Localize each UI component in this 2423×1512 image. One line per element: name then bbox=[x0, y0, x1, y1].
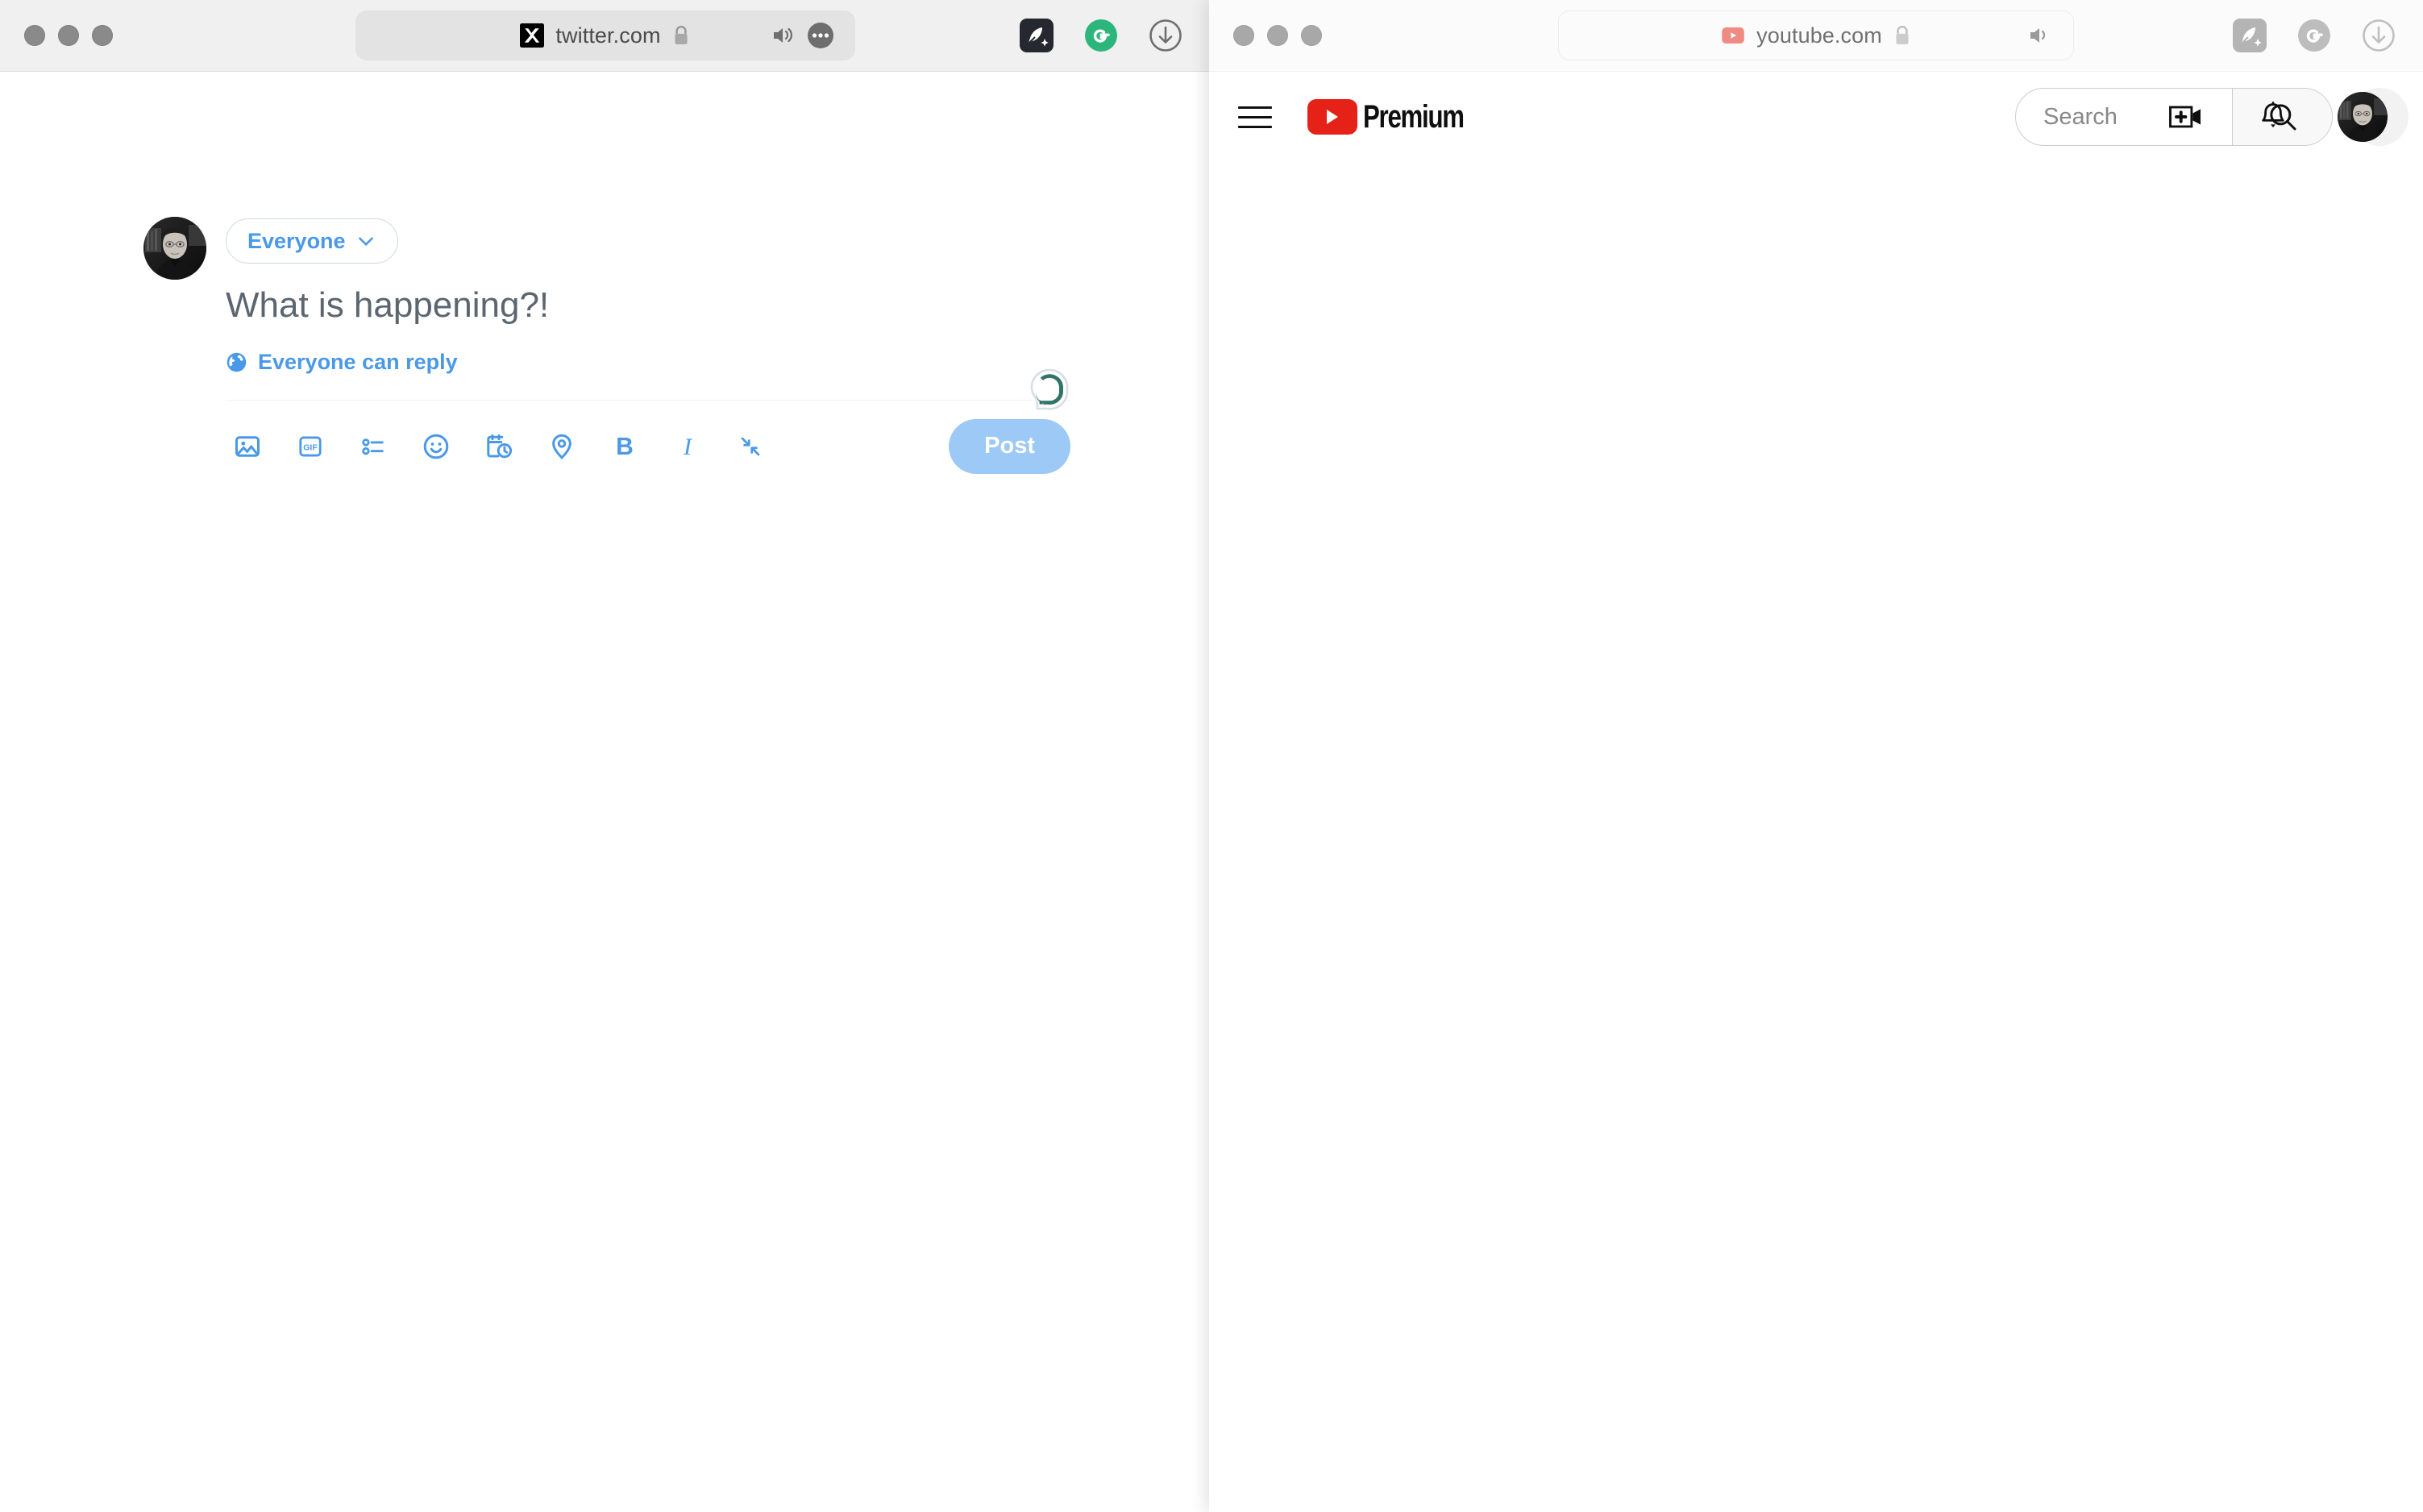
composer-main-column: Everyone What is happening?! Everyone ca… bbox=[226, 217, 1070, 475]
notifications-button[interactable] bbox=[2251, 94, 2296, 139]
youtube-logo-icon bbox=[1722, 27, 1744, 44]
youtube-masthead-actions bbox=[2163, 92, 2388, 142]
youtube-traffic-lights[interactable] bbox=[1233, 25, 1322, 46]
minimize-button[interactable] bbox=[1267, 25, 1288, 46]
grammarly-icon[interactable] bbox=[1084, 19, 1118, 52]
reply-scope-label: Everyone can reply bbox=[258, 349, 458, 374]
hamburger-menu-icon[interactable] bbox=[1238, 98, 1277, 136]
close-button[interactable] bbox=[24, 25, 45, 46]
globe-icon bbox=[227, 352, 247, 372]
create-video-icon bbox=[2169, 106, 2201, 128]
feather-sparkle-icon[interactable] bbox=[2233, 19, 2267, 52]
youtube-content-area bbox=[1209, 162, 2423, 1512]
zoom-button[interactable] bbox=[1301, 25, 1322, 46]
svg-text:B: B bbox=[616, 434, 634, 460]
twitter-address-bar[interactable]: twitter.com bbox=[355, 10, 855, 60]
lock-icon bbox=[1896, 25, 1909, 44]
italic-icon[interactable]: I bbox=[666, 425, 709, 468]
schedule-icon[interactable] bbox=[477, 425, 521, 468]
youtube-address-bar[interactable]: youtube.com bbox=[1558, 10, 2074, 60]
youtube-titlebar: youtube.com bbox=[1209, 0, 2423, 72]
reply-scope-selector[interactable]: Everyone can reply bbox=[226, 350, 458, 375]
youtube-url-text: youtube.com bbox=[1756, 23, 1882, 48]
emoji-icon[interactable] bbox=[414, 425, 458, 468]
youtube-address-bar-actions[interactable] bbox=[2028, 25, 2052, 46]
media-icon[interactable] bbox=[226, 425, 269, 468]
grammarly-icon[interactable] bbox=[2297, 19, 2331, 52]
tweet-composer: Everyone What is happening?! Everyone ca… bbox=[143, 217, 1070, 475]
tweet-text-input[interactable]: What is happening?! bbox=[226, 285, 1070, 327]
youtube-logo-text: Premium bbox=[1363, 98, 1465, 135]
bell-icon bbox=[2262, 102, 2284, 128]
twitter-address-bar-actions[interactable] bbox=[771, 22, 834, 49]
lock-icon bbox=[674, 25, 688, 44]
youtube-toolbar-extensions[interactable] bbox=[2233, 19, 2396, 52]
composer-action-icons: GIF B I bbox=[226, 425, 772, 468]
chevron-down-icon bbox=[358, 237, 373, 246]
minimize-button[interactable] bbox=[58, 25, 79, 46]
post-button[interactable]: Post bbox=[949, 418, 1070, 474]
youtube-page-body: Premium bbox=[1209, 72, 2423, 1512]
composer-divider bbox=[226, 399, 1070, 401]
twitter-page-body: Everyone What is happening?! Everyone ca… bbox=[0, 72, 1210, 1512]
youtube-browser-window[interactable]: youtube.com Premium Search bbox=[1209, 0, 2423, 1512]
download-arrow-icon[interactable] bbox=[1149, 19, 1182, 52]
avatar[interactable] bbox=[2338, 92, 2388, 142]
audience-selector[interactable]: Everyone bbox=[226, 218, 398, 264]
collapse-icon[interactable] bbox=[729, 425, 772, 468]
grammarly-badge-icon[interactable] bbox=[1029, 368, 1070, 412]
twitter-traffic-lights[interactable] bbox=[24, 25, 113, 46]
zoom-button[interactable] bbox=[92, 25, 113, 46]
audience-label: Everyone bbox=[247, 228, 346, 253]
x-logo-icon bbox=[520, 23, 545, 48]
composer-header-row: Everyone What is happening?! Everyone ca… bbox=[143, 217, 1070, 475]
twitter-browser-window[interactable]: twitter.com Everyone What is happening?!… bbox=[0, 0, 1211, 1512]
twitter-url-text: twitter.com bbox=[555, 23, 661, 48]
youtube-premium-logo[interactable]: Premium bbox=[1307, 99, 1492, 135]
twitter-titlebar: twitter.com bbox=[0, 0, 1210, 72]
create-video-button[interactable] bbox=[2163, 94, 2209, 139]
feather-sparkle-icon[interactable] bbox=[1020, 19, 1054, 52]
poll-icon[interactable] bbox=[351, 425, 395, 468]
svg-text:I: I bbox=[683, 433, 693, 460]
speaker-icon[interactable] bbox=[2028, 25, 2052, 46]
download-arrow-icon[interactable] bbox=[2362, 19, 2396, 52]
desktop-background: twitter.com Everyone What is happening?!… bbox=[0, 0, 2423, 1512]
gif-icon[interactable]: GIF bbox=[289, 425, 332, 468]
avatar[interactable] bbox=[143, 217, 206, 280]
speaker-icon[interactable] bbox=[771, 25, 796, 46]
svg-text:GIF: GIF bbox=[303, 443, 318, 452]
youtube-masthead: Premium bbox=[1209, 72, 2423, 162]
youtube-play-icon bbox=[1307, 99, 1357, 135]
composer-action-bar: GIF B I Post bbox=[226, 418, 1070, 475]
close-button[interactable] bbox=[1233, 25, 1254, 46]
bold-icon[interactable]: B bbox=[603, 425, 646, 468]
twitter-toolbar-extensions[interactable] bbox=[1020, 19, 1182, 52]
more-ellipsis-icon[interactable] bbox=[807, 22, 834, 49]
location-icon[interactable] bbox=[540, 425, 584, 468]
